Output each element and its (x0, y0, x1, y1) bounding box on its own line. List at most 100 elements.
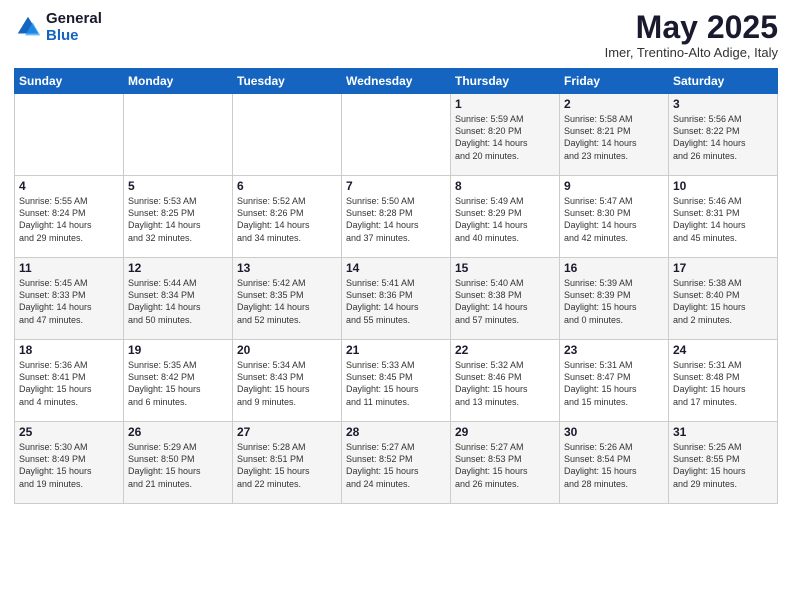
day-info: Sunrise: 5:34 AM Sunset: 8:43 PM Dayligh… (237, 359, 337, 408)
calendar-cell: 10 Sunrise: 5:46 AM Sunset: 8:31 PM Dayli… (669, 176, 778, 258)
calendar-header: SundayMondayTuesdayWednesdayThursdayFrid… (15, 69, 778, 94)
week-row-4: 18Sunrise: 5:36 AM Sunset: 8:41 PM Dayli… (15, 340, 778, 422)
header-day-monday: Monday (124, 69, 233, 94)
calendar-cell: 29 Sunrise: 5:27 AM Sunset: 8:53 PM Dayli… (451, 422, 560, 504)
calendar-cell: 6 Sunrise: 5:52 AM Sunset: 8:26 PM Daylig… (233, 176, 342, 258)
day-info: Sunrise: 5:52 AM Sunset: 8:26 PM Dayligh… (237, 195, 337, 244)
calendar-table: SundayMondayTuesdayWednesdayThursdayFrid… (14, 68, 778, 504)
calendar-cell: 24 Sunrise: 5:31 AM Sunset: 8:48 PM Dayli… (669, 340, 778, 422)
day-number: 9 (564, 179, 664, 193)
day-number: 7 (346, 179, 446, 193)
calendar-cell: 1 Sunrise: 5:59 AM Sunset: 8:20 PM Daylig… (451, 94, 560, 176)
day-number: 25 (19, 425, 119, 439)
subtitle: Imer, Trentino-Alto Adige, Italy (605, 45, 778, 60)
day-info: Sunrise: 5:50 AM Sunset: 8:28 PM Dayligh… (346, 195, 446, 244)
day-info: Sunrise: 5:31 AM Sunset: 8:47 PM Dayligh… (564, 359, 664, 408)
calendar-cell: 19Sunrise: 5:35 AM Sunset: 8:42 PM Dayli… (124, 340, 233, 422)
day-number: 2 (564, 97, 664, 111)
calendar-cell: 26Sunrise: 5:29 AM Sunset: 8:50 PM Dayli… (124, 422, 233, 504)
day-info: Sunrise: 5:39 AM Sunset: 8:39 PM Dayligh… (564, 277, 664, 326)
header-day-wednesday: Wednesday (342, 69, 451, 94)
day-number: 17 (673, 261, 773, 275)
day-number: 26 (128, 425, 228, 439)
day-number: 4 (19, 179, 119, 193)
day-number: 15 (455, 261, 555, 275)
day-number: 30 (564, 425, 664, 439)
day-info: Sunrise: 5:25 AM Sunset: 8:55 PM Dayligh… (673, 441, 773, 490)
calendar-cell: 5 Sunrise: 5:53 AM Sunset: 8:25 PM Daylig… (124, 176, 233, 258)
calendar-cell: 22 Sunrise: 5:32 AM Sunset: 8:46 PM Dayli… (451, 340, 560, 422)
day-number: 27 (237, 425, 337, 439)
calendar-cell: 3Sunrise: 5:56 AM Sunset: 8:22 PM Daylig… (669, 94, 778, 176)
day-number: 20 (237, 343, 337, 357)
day-info: Sunrise: 5:55 AM Sunset: 8:24 PM Dayligh… (19, 195, 119, 244)
day-info: Sunrise: 5:33 AM Sunset: 8:45 PM Dayligh… (346, 359, 446, 408)
day-info: Sunrise: 5:35 AM Sunset: 8:42 PM Dayligh… (128, 359, 228, 408)
day-number: 6 (237, 179, 337, 193)
day-number: 28 (346, 425, 446, 439)
calendar-cell (342, 94, 451, 176)
day-number: 5 (128, 179, 228, 193)
calendar-cell: 27 Sunrise: 5:28 AM Sunset: 8:51 PM Dayli… (233, 422, 342, 504)
day-number: 1 (455, 97, 555, 111)
calendar-cell (15, 94, 124, 176)
calendar-cell: 25Sunrise: 5:30 AM Sunset: 8:49 PM Dayli… (15, 422, 124, 504)
day-info: Sunrise: 5:58 AM Sunset: 8:21 PM Dayligh… (564, 113, 664, 162)
day-info: Sunrise: 5:42 AM Sunset: 8:35 PM Dayligh… (237, 277, 337, 326)
calendar-cell: 4 Sunrise: 5:55 AM Sunset: 8:24 PM Daylig… (15, 176, 124, 258)
day-number: 24 (673, 343, 773, 357)
header-day-sunday: Sunday (15, 69, 124, 94)
calendar-cell: 23 Sunrise: 5:31 AM Sunset: 8:47 PM Dayli… (560, 340, 669, 422)
calendar-cell (124, 94, 233, 176)
day-info: Sunrise: 5:46 AM Sunset: 8:31 PM Dayligh… (673, 195, 773, 244)
day-number: 12 (128, 261, 228, 275)
header-day-saturday: Saturday (669, 69, 778, 94)
week-row-5: 25Sunrise: 5:30 AM Sunset: 8:49 PM Dayli… (15, 422, 778, 504)
header-day-thursday: Thursday (451, 69, 560, 94)
day-number: 14 (346, 261, 446, 275)
month-title: May 2025 (605, 10, 778, 45)
day-info: Sunrise: 5:47 AM Sunset: 8:30 PM Dayligh… (564, 195, 664, 244)
calendar-cell: 16Sunrise: 5:39 AM Sunset: 8:39 PM Dayli… (560, 258, 669, 340)
title-block: May 2025 Imer, Trentino-Alto Adige, Ital… (605, 10, 778, 60)
page-container: General Blue May 2025 Imer, Trentino-Alt… (0, 0, 792, 514)
calendar-cell: 31 Sunrise: 5:25 AM Sunset: 8:55 PM Dayli… (669, 422, 778, 504)
calendar-cell: 18Sunrise: 5:36 AM Sunset: 8:41 PM Dayli… (15, 340, 124, 422)
day-info: Sunrise: 5:26 AM Sunset: 8:54 PM Dayligh… (564, 441, 664, 490)
logo-icon (14, 13, 42, 41)
day-number: 29 (455, 425, 555, 439)
calendar-cell: 8Sunrise: 5:49 AM Sunset: 8:29 PM Daylig… (451, 176, 560, 258)
week-row-3: 11 Sunrise: 5:45 AM Sunset: 8:33 PM Dayli… (15, 258, 778, 340)
day-info: Sunrise: 5:27 AM Sunset: 8:52 PM Dayligh… (346, 441, 446, 490)
day-info: Sunrise: 5:56 AM Sunset: 8:22 PM Dayligh… (673, 113, 773, 162)
day-number: 22 (455, 343, 555, 357)
day-info: Sunrise: 5:49 AM Sunset: 8:29 PM Dayligh… (455, 195, 555, 244)
calendar-body: 1 Sunrise: 5:59 AM Sunset: 8:20 PM Daylig… (15, 94, 778, 504)
day-info: Sunrise: 5:45 AM Sunset: 8:33 PM Dayligh… (19, 277, 119, 326)
calendar-cell: 17 Sunrise: 5:38 AM Sunset: 8:40 PM Dayli… (669, 258, 778, 340)
calendar-cell: 14Sunrise: 5:41 AM Sunset: 8:36 PM Dayli… (342, 258, 451, 340)
calendar-cell: 7 Sunrise: 5:50 AM Sunset: 8:28 PM Daylig… (342, 176, 451, 258)
calendar-cell: 11 Sunrise: 5:45 AM Sunset: 8:33 PM Dayli… (15, 258, 124, 340)
day-info: Sunrise: 5:53 AM Sunset: 8:25 PM Dayligh… (128, 195, 228, 244)
week-row-2: 4 Sunrise: 5:55 AM Sunset: 8:24 PM Daylig… (15, 176, 778, 258)
day-number: 23 (564, 343, 664, 357)
day-info: Sunrise: 5:27 AM Sunset: 8:53 PM Dayligh… (455, 441, 555, 490)
calendar-cell: 15Sunrise: 5:40 AM Sunset: 8:38 PM Dayli… (451, 258, 560, 340)
day-number: 31 (673, 425, 773, 439)
day-number: 21 (346, 343, 446, 357)
day-info: Sunrise: 5:38 AM Sunset: 8:40 PM Dayligh… (673, 277, 773, 326)
calendar-cell: 2 Sunrise: 5:58 AM Sunset: 8:21 PM Daylig… (560, 94, 669, 176)
day-number: 11 (19, 261, 119, 275)
calendar-cell: 28 Sunrise: 5:27 AM Sunset: 8:52 PM Dayli… (342, 422, 451, 504)
day-number: 10 (673, 179, 773, 193)
logo: General Blue (14, 10, 102, 44)
logo-text: General Blue (46, 10, 102, 44)
day-info: Sunrise: 5:28 AM Sunset: 8:51 PM Dayligh… (237, 441, 337, 490)
header: General Blue May 2025 Imer, Trentino-Alt… (14, 10, 778, 60)
calendar-cell: 21 Sunrise: 5:33 AM Sunset: 8:45 PM Dayli… (342, 340, 451, 422)
day-info: Sunrise: 5:31 AM Sunset: 8:48 PM Dayligh… (673, 359, 773, 408)
day-info: Sunrise: 5:36 AM Sunset: 8:41 PM Dayligh… (19, 359, 119, 408)
day-info: Sunrise: 5:59 AM Sunset: 8:20 PM Dayligh… (455, 113, 555, 162)
day-info: Sunrise: 5:32 AM Sunset: 8:46 PM Dayligh… (455, 359, 555, 408)
